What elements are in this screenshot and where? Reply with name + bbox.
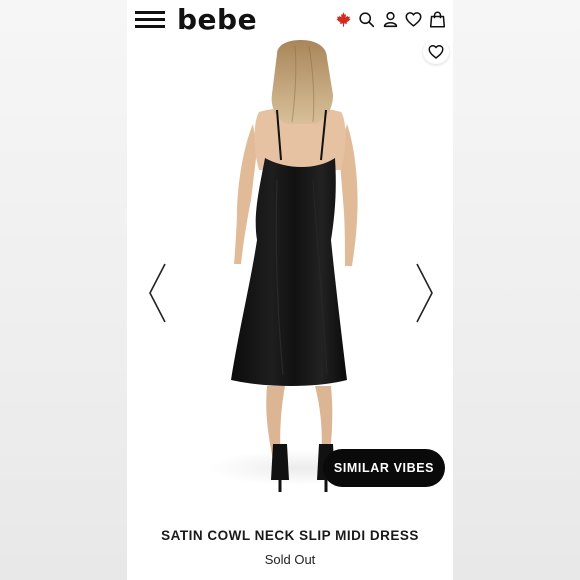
background-right bbox=[453, 0, 580, 580]
chevron-left-icon[interactable] bbox=[147, 262, 169, 324]
product-info: SATIN COWL NECK SLIP MIDI DRESS Sold Out bbox=[127, 502, 453, 580]
site-header: bebe bbox=[127, 0, 453, 40]
phone-screen: bebe SIMILAR VIBES SATIN COWL NECK SLIP … bbox=[127, 0, 453, 580]
search-icon[interactable] bbox=[358, 11, 375, 28]
wishlist-icon[interactable] bbox=[405, 11, 422, 28]
background-left bbox=[0, 0, 127, 580]
stock-status: Sold Out bbox=[264, 552, 316, 567]
chevron-right-icon[interactable] bbox=[413, 262, 435, 324]
canada-flag-icon[interactable] bbox=[335, 11, 352, 28]
product-name: SATIN COWL NECK SLIP MIDI DRESS bbox=[161, 528, 419, 543]
product-image-gallery[interactable]: SIMILAR VIBES bbox=[127, 40, 453, 502]
similar-vibes-button[interactable]: SIMILAR VIBES bbox=[323, 449, 445, 487]
heart-icon bbox=[428, 45, 444, 59]
shopping-bag-icon[interactable] bbox=[429, 11, 446, 28]
add-to-wishlist-button[interactable] bbox=[423, 40, 449, 64]
account-icon[interactable] bbox=[382, 11, 399, 28]
menu-icon[interactable] bbox=[135, 11, 165, 29]
product-image bbox=[207, 40, 397, 492]
brand-logo[interactable]: bebe bbox=[177, 3, 257, 36]
